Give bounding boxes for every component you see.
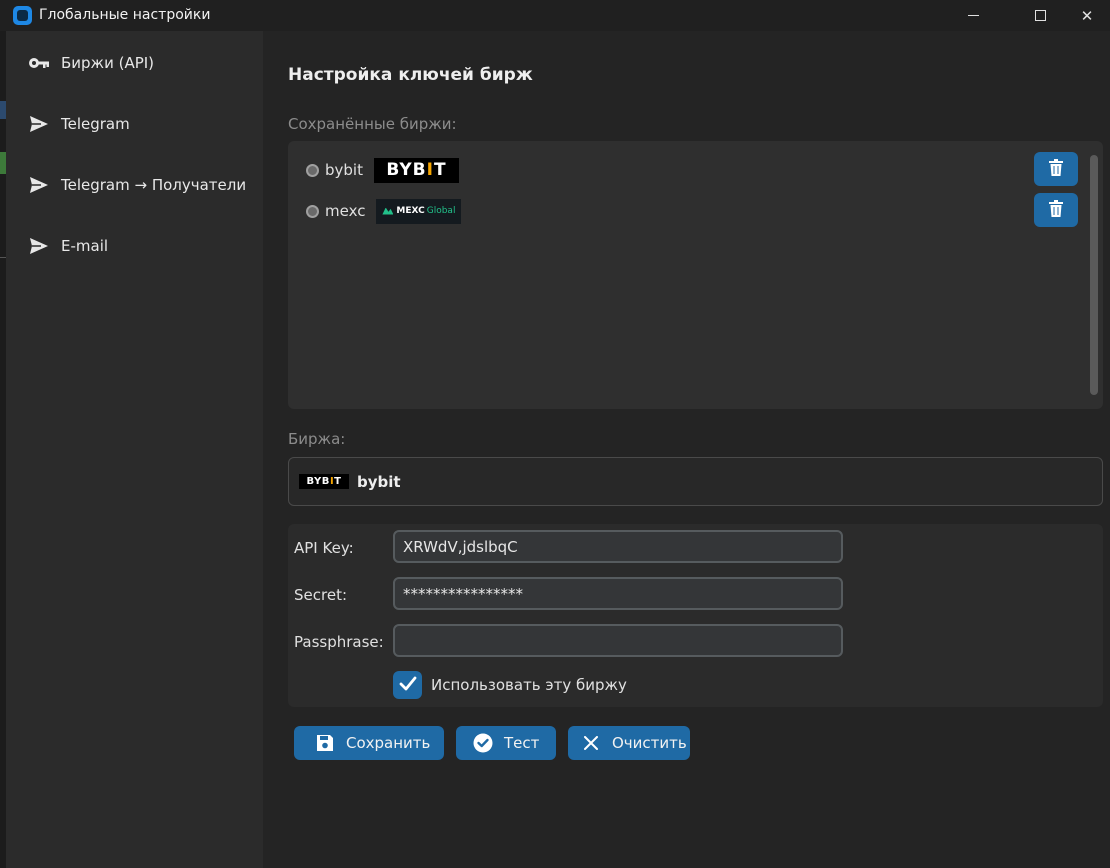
send-icon: [28, 174, 50, 196]
page-title: Настройка ключей бирж: [288, 65, 533, 85]
bybit-logo: BYB I T: [374, 158, 459, 183]
maximize-button[interactable]: [1017, 0, 1063, 31]
clear-label: Очистить: [612, 734, 687, 752]
save-label: Сохранить: [346, 734, 430, 752]
test-label: Тест: [504, 734, 539, 752]
trash-icon: [1049, 159, 1063, 180]
secret-input[interactable]: [393, 577, 843, 610]
sidebar-item-exchanges[interactable]: Биржи (API): [6, 41, 263, 85]
sidebar-item-label: E-mail: [61, 237, 108, 255]
clear-button[interactable]: Очистить: [568, 726, 690, 760]
sidebar: [0, 31, 263, 868]
passphrase-label: Passphrase:: [294, 633, 384, 651]
exchange-select[interactable]: BYB I T bybit: [288, 457, 1103, 506]
secret-label: Secret:: [294, 586, 347, 604]
key-icon: [28, 52, 50, 74]
sidebar-item-label: Telegram: [61, 115, 130, 133]
send-icon: [28, 113, 50, 135]
sidebar-edge: [0, 31, 6, 868]
bybit-logo: BYB I T: [299, 474, 349, 489]
check-circle-icon: [472, 732, 494, 754]
sidebar-item-email[interactable]: E-mail: [6, 224, 263, 268]
passphrase-input[interactable]: [393, 624, 843, 657]
title-bar: Глобальные настройки ✕: [0, 0, 1110, 31]
sidebar-item-telegram-recipients[interactable]: Telegram → Получатели: [6, 163, 263, 207]
list-item[interactable]: bybit BYB I T: [306, 155, 459, 185]
save-button[interactable]: Сохранить: [294, 726, 444, 760]
api-key-label: API Key:: [294, 539, 354, 557]
use-exchange-label: Использовать эту биржу: [431, 676, 627, 694]
radio-button[interactable]: [306, 164, 319, 177]
selected-exchange-name: bybit: [357, 473, 401, 491]
maximize-icon: [1035, 10, 1046, 21]
trash-icon: [1049, 200, 1063, 221]
api-key-input[interactable]: [393, 530, 843, 563]
send-icon: [28, 235, 50, 257]
floppy-icon: [314, 732, 336, 754]
saved-exchanges-label: Сохранённые биржи:: [288, 115, 457, 133]
saved-exchanges-list: bybit BYB I T mexc MEXC Global: [288, 141, 1103, 409]
minimize-icon: [968, 15, 979, 16]
close-button[interactable]: ✕: [1064, 0, 1110, 31]
window-title: Глобальные настройки: [39, 7, 210, 23]
scrollbar[interactable]: [1090, 155, 1098, 395]
sidebar-item-label: Telegram → Получатели: [61, 176, 246, 194]
exchange-label: Биржа:: [288, 430, 345, 448]
delete-mexc-button[interactable]: [1034, 193, 1078, 227]
test-button[interactable]: Тест: [456, 726, 556, 760]
delete-bybit-button[interactable]: [1034, 152, 1078, 186]
main-panel: Настройка ключей бирж Сохранённые биржи:…: [263, 31, 1110, 868]
close-icon: [580, 732, 602, 754]
use-exchange-checkbox[interactable]: [393, 671, 422, 699]
radio-button[interactable]: [306, 205, 319, 218]
credentials-form: API Key: Secret: Passphrase: Использоват…: [288, 524, 1103, 707]
sidebar-item-telegram[interactable]: Telegram: [6, 102, 263, 146]
sidebar-item-label: Биржи (API): [61, 54, 154, 72]
checkmark-icon: [399, 676, 417, 695]
mexc-logo: MEXC Global: [376, 199, 461, 224]
app-icon: [13, 6, 32, 25]
close-icon: ✕: [1081, 7, 1094, 25]
minimize-button[interactable]: [950, 0, 996, 31]
list-item[interactable]: mexc MEXC Global: [306, 196, 461, 226]
exchange-name: mexc: [325, 202, 365, 220]
exchange-name: bybit: [325, 161, 363, 179]
